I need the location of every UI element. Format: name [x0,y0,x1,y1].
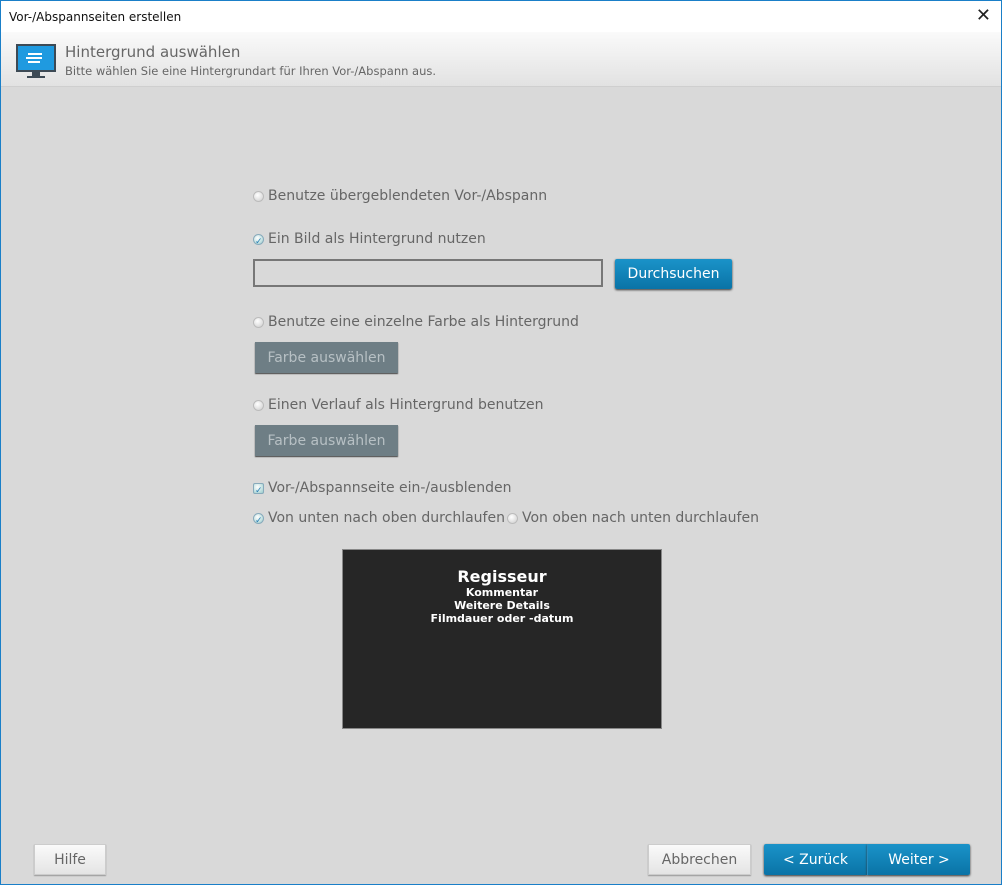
choose-gradient-color-button[interactable]: Farbe auswählen [255,425,398,456]
radio-label: Ein Bild als Hintergrund nutzen [268,231,486,247]
radio-image[interactable]: Ein Bild als Hintergrund nutzen [253,231,486,247]
page-title: Hintergrund auswählen [65,43,241,61]
radio-icon [253,316,264,328]
radio-bottom-up[interactable]: Von unten nach oben durchlaufen [253,510,505,526]
help-button[interactable]: Hilfe [34,844,106,875]
radio-single-color[interactable]: Benutze eine einzelne Farbe als Hintergr… [253,314,579,330]
radio-label: Von unten nach oben durchlaufen [268,510,505,526]
radio-label: Von oben nach unten durchlaufen [522,510,759,526]
preview-line: Kommentar [465,586,539,599]
credits-preview: Regisseur Kommentar Weitere Details Film… [342,549,662,729]
checkbox-fade[interactable]: Vor-/Abspannseite ein-/ausblenden [253,480,512,496]
browse-button[interactable]: Durchsuchen [615,259,732,289]
preview-line: Filmdauer oder -datum [430,612,574,625]
radio-checked-icon [253,512,264,524]
choose-color-button[interactable]: Farbe auswählen [255,342,398,373]
image-path-input[interactable] [253,259,603,287]
radio-top-down[interactable]: Von oben nach unten durchlaufen [507,510,759,526]
radio-gradient[interactable]: Einen Verlauf als Hintergrund benutzen [253,397,544,413]
radio-label: Benutze eine einzelne Farbe als Hintergr… [268,314,579,330]
monitor-icon [16,44,56,78]
dialog-window: Vor-/Abspannseiten erstellen ✕ Hintergru… [0,0,1002,885]
page-subtitle: Bitte wählen Sie eine Hintergrundart für… [65,64,437,78]
close-icon[interactable]: ✕ [976,5,991,26]
radio-icon [253,399,264,411]
window-title: Vor-/Abspannseiten erstellen [9,9,182,24]
radio-icon [253,190,264,202]
next-button[interactable]: Weiter > [867,844,970,875]
back-button[interactable]: < Zurück [764,844,867,875]
radio-checked-icon [253,233,264,245]
preview-title: Regisseur [457,567,547,586]
checkbox-label: Vor-/Abspannseite ein-/ausblenden [268,480,512,496]
radio-label: Einen Verlauf als Hintergrund benutzen [268,397,544,413]
radio-icon [507,512,518,524]
radio-blend[interactable]: Benutze übergeblendeten Vor-/Abspann [253,188,547,204]
wizard-header: Hintergrund auswählen Bitte wählen Sie e… [1,32,1001,87]
radio-label: Benutze übergeblendeten Vor-/Abspann [268,188,548,204]
preview-line: Weitere Details [454,599,550,612]
checkbox-checked-icon [253,482,264,494]
title-bar: Vor-/Abspannseiten erstellen ✕ [1,1,1001,32]
cancel-button[interactable]: Abbrechen [648,844,751,875]
